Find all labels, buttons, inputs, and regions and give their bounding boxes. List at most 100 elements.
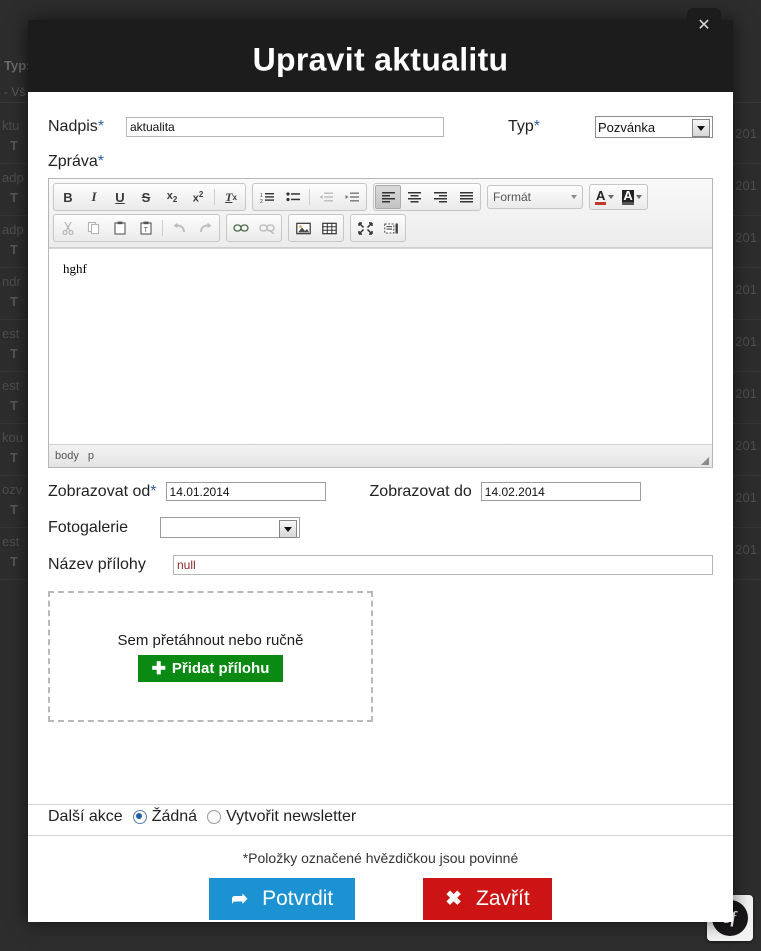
fotogalerie-label: Fotogalerie (48, 518, 129, 536)
zobrazovat-do-input[interactable] (480, 482, 641, 501)
bg-color-button[interactable]: A (618, 186, 645, 208)
required-star: * (533, 118, 541, 135)
background-row-sub: T (10, 346, 18, 361)
element-path-p[interactable]: p (88, 450, 94, 462)
italic-button[interactable]: I (81, 185, 107, 209)
editor-toolbar-row-2: T (53, 214, 708, 242)
table-button[interactable] (316, 216, 342, 240)
file-dropzone[interactable]: Sem přetáhnout nebo ručně ✚ Přidat přílo… (48, 591, 373, 722)
background-row-title: est (2, 378, 20, 393)
text-color-button[interactable]: A (591, 186, 618, 208)
list-indent-group: 12 (252, 183, 367, 211)
bold-button[interactable]: B (55, 185, 81, 209)
plus-icon: ✚ (151, 658, 166, 678)
editor-paragraph: hghf (63, 261, 87, 276)
add-attachment-button[interactable]: ✚ Přidat přílohu (137, 654, 284, 682)
background-row-date: 201 (735, 542, 757, 557)
subscript-button[interactable]: x2 (159, 185, 185, 209)
align-center-button[interactable] (401, 185, 427, 209)
image-button[interactable] (290, 216, 316, 240)
color-group: A A (589, 184, 648, 210)
strikethrough-button[interactable]: S (133, 185, 159, 209)
resize-handle-icon[interactable] (701, 457, 709, 465)
modal-body: Nadpis* Typ* Pozvánka Zpráva* B (28, 92, 733, 722)
svg-text:T: T (144, 227, 149, 234)
required-star: * (97, 118, 105, 135)
unlink-button[interactable] (254, 216, 280, 240)
remove-format-button[interactable]: Tx (218, 185, 244, 209)
decrease-indent-button[interactable] (313, 185, 339, 209)
show-blocks-button[interactable] (378, 216, 404, 240)
background-row-title: kou (2, 430, 23, 445)
background-row-title: est (2, 326, 20, 341)
background-row-title: adp (2, 170, 24, 185)
element-path-body[interactable]: body (55, 450, 79, 462)
clipboard-group: T (53, 214, 220, 242)
increase-indent-button[interactable] (339, 185, 365, 209)
paste-button[interactable] (107, 216, 133, 240)
background-row-date: 201 (735, 386, 757, 401)
toolbar-separator (214, 189, 215, 205)
copy-button[interactable] (81, 216, 107, 240)
fotogalerie-select-box (160, 517, 300, 538)
underline-button[interactable]: U (107, 185, 133, 209)
radio-none-label: Žádná (151, 808, 198, 825)
bulleted-list-button[interactable] (280, 185, 306, 209)
message-row: Zpráva* (48, 153, 713, 171)
further-actions-row: Další akce Žádná Vytvořit newsletter (48, 808, 356, 826)
confirm-button[interactable]: ➦ Potvrdit (209, 878, 356, 920)
typ-select-box: Pozvánka (595, 116, 713, 138)
priloha-input[interactable] (173, 555, 713, 575)
align-left-button[interactable] (375, 185, 401, 209)
footer-divider-bottom (28, 835, 733, 836)
modal-button-row: ➦ Potvrdit ✖ Zavřít (28, 878, 733, 920)
nadpis-input[interactable] (126, 117, 444, 137)
bg-color-icon: A (622, 187, 634, 205)
nadpis-label: Nadpis* (48, 118, 105, 135)
format-dropdown[interactable]: Formát (487, 185, 583, 209)
align-right-button[interactable] (427, 185, 453, 209)
radio-newsletter-icon[interactable] (207, 810, 222, 824)
radio-none-icon[interactable] (132, 810, 147, 824)
paste-as-text-button[interactable]: T (133, 216, 159, 240)
background-row-title: est (2, 534, 20, 549)
link-group (226, 214, 282, 242)
maximize-button[interactable] (352, 216, 378, 240)
gallery-row: Fotogalerie (48, 517, 713, 538)
chevron-down-icon (571, 195, 577, 199)
numbered-list-button[interactable]: 12 (254, 185, 280, 209)
fotogalerie-select[interactable] (160, 517, 300, 538)
editor-content-area[interactable]: hghf (49, 248, 712, 444)
zobrazovat-od-input[interactable] (165, 482, 326, 501)
modal-header: Upravit aktualitu ✕ (28, 8, 733, 92)
text-style-group: B I U S x2 x2 Tx (53, 183, 246, 211)
add-attachment-label: Přidat přílohu (171, 659, 270, 677)
arrow-forward-icon: ➦ (231, 888, 249, 910)
zobrazovat-od-label: Zobrazovat od* (48, 482, 157, 500)
background-row-sub: T (10, 138, 18, 153)
link-button[interactable] (228, 216, 254, 240)
superscript-button[interactable]: x2 (185, 185, 211, 209)
svg-text:2: 2 (260, 199, 263, 204)
undo-button[interactable] (166, 216, 192, 240)
close-icon[interactable]: ✕ (687, 8, 721, 42)
page-title: Upravit aktualitu (252, 41, 509, 78)
background-row-title: ktu (2, 118, 20, 133)
zprava-label: Zpráva* (48, 153, 105, 170)
cancel-button[interactable]: ✖ Zavřít (423, 878, 552, 920)
chevron-down-icon (635, 195, 642, 199)
redo-button[interactable] (192, 216, 218, 240)
alignment-group (373, 183, 481, 211)
confirm-button-label: Potvrdit (262, 887, 334, 910)
attachment-name-row: Název přílohy (48, 555, 713, 575)
background-row-sub: T (10, 554, 18, 569)
radio-option-none[interactable]: Žádná (132, 808, 198, 826)
priloha-label: Název přílohy (48, 556, 146, 573)
background-row-date: 201 (735, 334, 757, 349)
radio-option-newsletter[interactable]: Vytvořit newsletter (207, 808, 356, 826)
typ-select[interactable]: Pozvánka (595, 116, 713, 138)
required-star: * (150, 482, 157, 500)
cut-button[interactable] (55, 216, 81, 240)
tools-group (350, 214, 406, 242)
align-justify-button[interactable] (453, 185, 479, 209)
